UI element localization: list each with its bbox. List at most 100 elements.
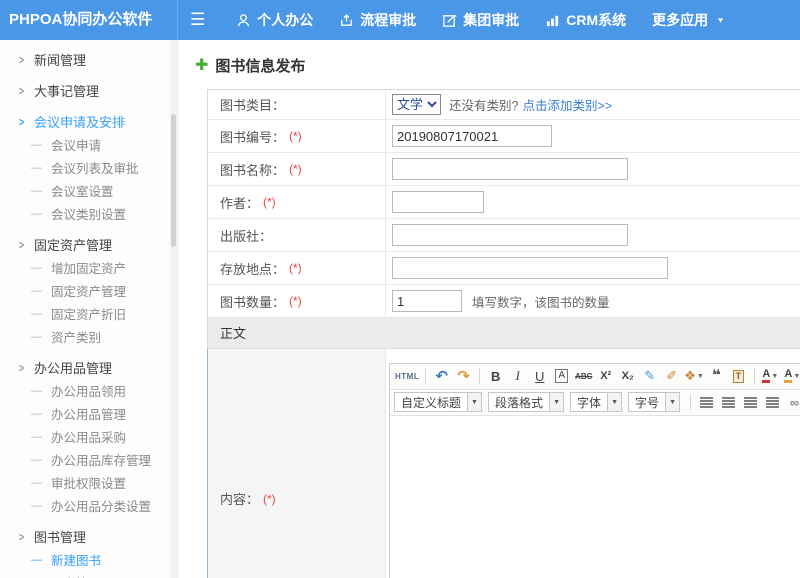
sidebar-item-label: 会议列表及审批 [51,158,139,177]
link-icon[interactable]: ∞ [784,392,800,412]
sidebar-item-asset-category[interactable]: —资产类别 [0,325,177,348]
page-title: 图书信息发布 [215,55,305,76]
rich-text-editor: HTML↶↷BIUAABCX²X₂✎✐❖▼❝TA▼A▼☰▼☰▼ 自定义标题▼段落… [389,363,800,578]
editor-content[interactable] [390,416,800,578]
source-code-button: HTML [395,372,419,381]
book-name-field[interactable] [392,158,628,180]
sidebar-item-approval-permission[interactable]: —审批权限设置 [0,471,177,494]
quick-format-icon[interactable]: ❖▼ [683,366,705,386]
remove-format-icon[interactable]: ✎ [639,366,660,386]
highlight-color-icon[interactable]: A▼ [782,366,800,386]
toolbar-separator [425,368,426,384]
sidebar-item-meeting-category[interactable]: —会议类别设置 [0,202,177,225]
sidebar-item-add-asset[interactable]: —增加固定资产 [0,256,177,279]
sidebar-item-supplies-receive[interactable]: —办公用品领用 [0,379,177,402]
bold-icon[interactable]: B [485,366,506,386]
paste-as-text-icon: T [733,370,745,383]
dash-icon: — [31,385,42,397]
strikethrough-icon[interactable]: ABC [573,366,594,386]
sidebar-item-asset-depreciation[interactable]: —固定资产折旧 [0,302,177,325]
scrollbar-thumb[interactable] [171,114,176,247]
nav-group-approval[interactable]: 集团审批 [429,0,532,40]
underline-icon[interactable]: U [529,366,550,386]
app-window: PHPOA协同办公软件 ☰ 个人办公流程审批集团审批CRM系统更多应用▼ >新闻… [0,0,800,578]
publisher-field[interactable] [392,224,628,246]
sidebar-item-meeting[interactable]: >会议申请及安排 [0,110,177,133]
share-icon [339,13,354,28]
sidebar-item-memorabilia[interactable]: >大事记管理 [0,79,177,102]
nav-workflow-approval[interactable]: 流程审批 [326,0,429,40]
nav-more-apps[interactable]: 更多应用▼ [639,0,738,40]
content-row: 内容： (*) HTML↶↷BIUAABCX²X₂✎✐❖▼❝TA▼A▼☰▼☰▼ … [207,349,800,578]
dash-icon: — [31,408,42,420]
sidebar-item-label: 图书管理 [51,573,101,578]
sidebar-item-books[interactable]: >图书管理 [0,525,177,548]
paragraph-select[interactable]: 段落格式▼ [488,392,564,412]
align-center-icon [722,396,735,408]
sidebar-item-news[interactable]: >新闻管理 [0,48,177,71]
format-brush-icon[interactable]: ✐ [661,366,682,386]
caret-down-icon: ▼ [771,373,778,380]
sidebar-item-label: 办公用品管理 [51,404,126,423]
sidebar-item-meeting-room[interactable]: — 会议室设置 [0,179,177,202]
italic-icon[interactable]: I [507,366,528,386]
nav-personal-office[interactable]: 个人办公 [223,0,326,40]
quantity-field[interactable] [392,290,462,312]
sidebar-item-meeting-list[interactable]: —会议列表及审批 [0,156,177,179]
nav-crm-system[interactable]: CRM系统 [532,0,639,40]
heading-select[interactable]: 自定义标题▼ [394,392,482,412]
sidebar-item-meeting-apply[interactable]: —会议申请 [0,133,177,156]
sidebar-item-supplies-manage[interactable]: — 办公用品管理 [0,402,177,425]
author-field[interactable] [392,191,484,213]
align-right-icon[interactable] [740,392,761,412]
sidebar-item-label: 固定资产管理 [34,235,112,254]
chevron-right-icon: > [19,53,24,67]
redo-icon[interactable]: ↷ [453,366,474,386]
toolbar-separator [690,394,691,410]
book-no-field-row: 图书编号：(*) [208,120,800,153]
toolbar-separator [754,368,755,384]
sidebar-item-new-book[interactable]: —新建图书 [0,548,177,571]
sidebar-item-label: 办公用品采购 [51,427,126,446]
caret-down-icon: ▼ [607,393,621,411]
sidebar-item-supplies-purchase[interactable]: — 办公用品采购 [0,425,177,448]
hamburger-icon[interactable]: ☰ [190,0,205,40]
dash-icon: — [31,477,42,489]
sidebar-item-supplies-stock[interactable]: —办公用品库存管理 [0,448,177,471]
sidebar-item-asset-manage[interactable]: —固定资产管理 [0,279,177,302]
undo-icon[interactable]: ↶ [431,366,452,386]
superscript-icon[interactable]: X² [595,366,616,386]
paste-as-text-icon[interactable]: T [728,366,749,386]
book-no-field-label: 图书编号：(*) [208,120,386,152]
sidebar-item-book-manage[interactable]: —图书管理 [0,571,177,578]
align-justify-icon[interactable] [762,392,783,412]
font-color-icon[interactable]: A▼ [760,366,781,386]
dash-icon: — [31,185,42,197]
location-field[interactable] [392,257,668,279]
sidebar-item-label: 会议室设置 [51,181,114,200]
nav-label: 集团审批 [463,10,519,30]
subscript-icon[interactable]: X₂ [617,366,638,386]
category-label: 图书类目： [208,90,386,119]
align-left-icon[interactable] [696,392,717,412]
source-code-button[interactable]: HTML [394,366,420,386]
category-select[interactable]: 文学 [392,94,441,115]
add-category-link[interactable]: 点击添加类别>> [522,95,612,114]
font-size-select[interactable]: 字号▼ [628,392,680,412]
sidebar-item-label: 增加固定资产 [51,258,126,277]
sidebar-scrollbar[interactable] [170,40,177,578]
dash-icon: — [31,208,42,220]
editor-toolbar-row2: 自定义标题▼段落格式▼字体▼字号▼∞∞ [390,390,800,416]
sidebar-item-fixed-assets[interactable]: >固定资产管理 [0,233,177,256]
font-style-icon[interactable]: A [551,366,572,386]
sidebar-item-supplies-category[interactable]: —办公用品分类设置 [0,494,177,517]
link-icon: ∞ [790,395,799,410]
book-no-field[interactable] [392,125,552,147]
top-bar: PHPOA协同办公软件 ☰ 个人办公流程审批集团审批CRM系统更多应用▼ [0,0,800,40]
font-family-select[interactable]: 字体▼ [570,392,622,412]
blockquote-icon[interactable]: ❝ [706,366,727,386]
align-center-icon[interactable] [718,392,739,412]
dash-icon: — [31,431,42,443]
sidebar-item-office-supplies[interactable]: >办公用品管理 [0,356,177,379]
caret-down-icon: ▼ [793,373,800,380]
